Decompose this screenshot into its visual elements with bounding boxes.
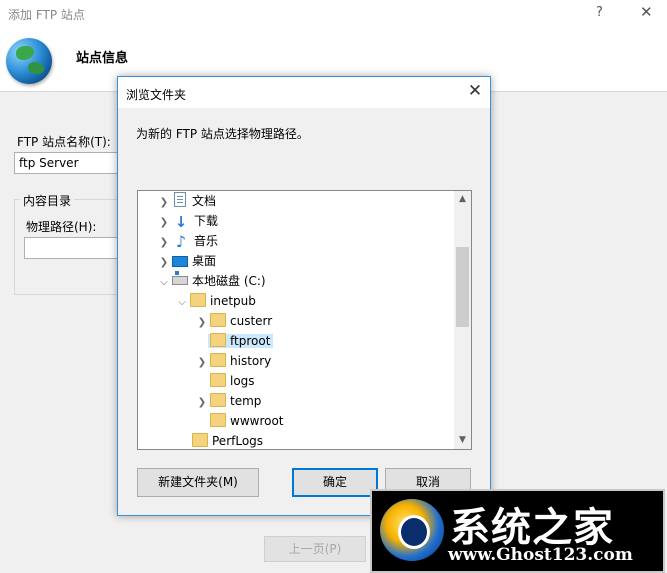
dialog-close-button[interactable]: ✕ xyxy=(464,81,486,101)
tree-item[interactable]: ❯ custerr xyxy=(196,311,272,331)
folder-icon xyxy=(210,333,226,347)
chevron-right-icon[interactable]: ❯ xyxy=(196,393,208,413)
tree-item[interactable]: ❯ 文档 xyxy=(158,191,216,211)
tree-item-selected[interactable]: ftproot xyxy=(196,331,274,351)
tree-scrollbar[interactable]: ▲ ▼ xyxy=(454,191,471,449)
scroll-down-icon[interactable]: ▼ xyxy=(454,432,471,449)
tree-item-label: history xyxy=(230,354,272,368)
chevron-down-icon[interactable]: ⌵ xyxy=(158,273,170,293)
wizard-titlebar: 添加 FTP 站点 ? ✕ xyxy=(0,0,667,28)
wizard-heading: 站点信息 xyxy=(76,51,129,66)
tree-item-label: inetpub xyxy=(210,294,256,308)
tree-item-label: ftproot xyxy=(230,334,271,348)
chevron-right-icon[interactable]: ❯ xyxy=(158,213,170,233)
tree-item-label: 本地磁盘 (C:) xyxy=(192,274,266,288)
folder-tree[interactable]: ❯ 文档 ❯ ↓ 下载 ❯ ♪ 音乐 ❯ 桌面 ⌵ 本地磁盘 (C:) ⌵ inetpub ❯ c… xyxy=(137,190,472,450)
chevron-right-icon[interactable]: ❯ xyxy=(158,233,170,253)
dialog-description: 为新的 FTP 站点选择物理路径。 xyxy=(136,127,309,141)
chevron-right-icon[interactable]: ❯ xyxy=(196,353,208,373)
dialog-titlebar: 浏览文件夹 ✕ xyxy=(118,77,490,108)
browse-folder-dialog: 浏览文件夹 ✕ 为新的 FTP 站点选择物理路径。 ❯ 文档 ❯ ↓ 下载 ❯ ♪ 音乐 … xyxy=(117,76,491,516)
desktop-icon xyxy=(172,256,188,267)
document-icon xyxy=(174,192,186,207)
folder-icon xyxy=(210,313,226,327)
tree-item-label: 音乐 xyxy=(194,234,219,248)
tree-item[interactable]: logs xyxy=(196,371,255,391)
tree-item-label: custerr xyxy=(230,314,273,328)
folder-icon xyxy=(210,353,226,367)
chevron-right-icon[interactable]: ❯ xyxy=(158,193,170,213)
tree-item-label: logs xyxy=(230,374,255,388)
chevron-right-icon[interactable]: ❯ xyxy=(158,253,170,273)
tree-item[interactable]: ❯ ♪ 音乐 xyxy=(158,231,218,251)
wizard-close-button[interactable]: ✕ xyxy=(640,3,653,21)
chevron-down-icon[interactable]: ⌵ xyxy=(176,293,188,313)
download-icon: ↓ xyxy=(174,213,188,231)
tree-item-label: PerfLogs xyxy=(212,434,264,448)
scroll-thumb[interactable] xyxy=(456,247,469,327)
drive-icon xyxy=(172,271,188,285)
tree-item[interactable]: ❯ 桌面 xyxy=(158,251,216,271)
tree-item-label: 下载 xyxy=(194,214,219,228)
tree-item[interactable]: ❯ temp xyxy=(196,391,261,411)
tree-item-selection[interactable]: ftproot xyxy=(208,333,274,348)
globe-icon xyxy=(6,38,52,84)
site-name-input[interactable]: ftp Server xyxy=(14,152,124,174)
folder-icon xyxy=(192,433,208,447)
physical-path-input[interactable] xyxy=(24,237,124,259)
wizard-title: 添加 FTP 站点 xyxy=(8,8,85,22)
tree-item[interactable]: PerfLogs xyxy=(178,431,264,449)
folder-icon xyxy=(190,293,206,307)
tree-item[interactable]: ⌵ inetpub xyxy=(176,291,256,311)
watermark: 系统之家 www.Ghost123.com xyxy=(370,489,665,573)
tree-item[interactable]: ⌵ 本地磁盘 (C:) xyxy=(158,271,266,291)
tree-item[interactable]: ❯ history xyxy=(196,351,271,371)
tree-item-label: 文档 xyxy=(192,194,217,208)
tree-item[interactable]: ❯ ↓ 下载 xyxy=(158,211,218,231)
tree-item-label: wwwroot xyxy=(230,414,284,428)
previous-page-button[interactable]: 上一页(P) xyxy=(264,536,366,562)
music-icon: ♪ xyxy=(175,232,187,251)
help-button[interactable]: ? xyxy=(596,5,603,20)
folder-icon xyxy=(210,373,226,387)
content-directory-label: 内容目录 xyxy=(20,192,75,209)
scroll-up-icon[interactable]: ▲ xyxy=(454,191,471,208)
tree-item[interactable]: wwwroot xyxy=(196,411,284,431)
dialog-title: 浏览文件夹 xyxy=(126,88,187,102)
chevron-right-icon[interactable]: ❯ xyxy=(196,313,208,333)
tree-item-label: temp xyxy=(230,394,262,408)
folder-icon xyxy=(210,413,226,427)
folder-icon xyxy=(210,393,226,407)
physical-path-label: 物理路径(H): xyxy=(26,220,97,234)
watermark-logo-icon xyxy=(380,499,444,561)
ok-button[interactable]: 确定 xyxy=(292,468,378,497)
watermark-url: www.Ghost123.com xyxy=(448,545,633,565)
tree-item-label: 桌面 xyxy=(192,254,217,268)
new-folder-button[interactable]: 新建文件夹(M) xyxy=(137,468,259,497)
site-name-label: FTP 站点名称(T): xyxy=(17,135,111,149)
